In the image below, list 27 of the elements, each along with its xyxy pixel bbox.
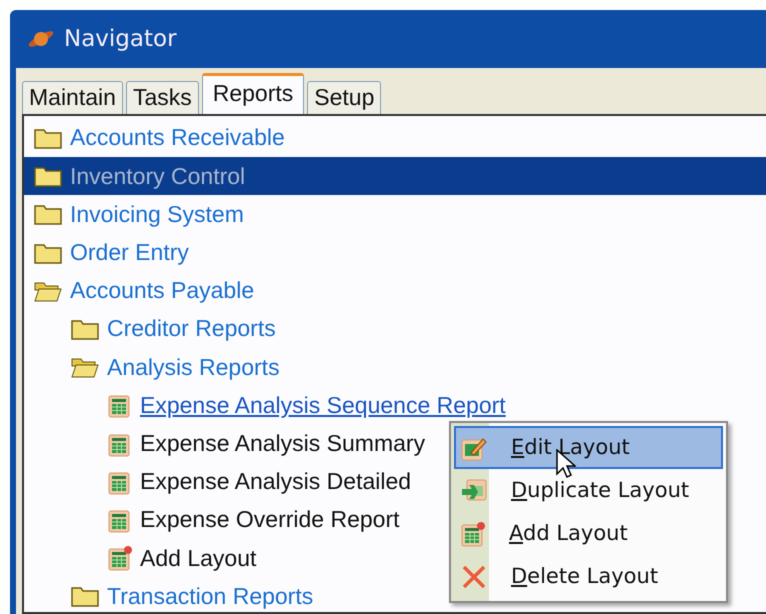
tab[interactable]: Tasks — [126, 81, 199, 114]
report-link[interactable]: Expense Analysis Detailed — [140, 469, 412, 494]
report-link[interactable]: Expense Analysis Summary — [140, 430, 426, 456]
folder-label[interactable]: Order Entry — [70, 240, 189, 266]
add-report-icon — [461, 520, 485, 546]
duplicate-icon — [461, 478, 487, 504]
window-title: Navigator — [64, 24, 177, 54]
tab[interactable]: Maintain — [22, 81, 123, 114]
report-link[interactable]: Add Layout — [140, 546, 256, 571]
folder-label[interactable]: Creditor Reports — [107, 316, 276, 342]
add-report-icon — [108, 545, 132, 572]
menu-item[interactable]: Delete Layout — [454, 555, 723, 598]
folder-label[interactable]: Inventory Control — [70, 164, 246, 189]
menu-item[interactable]: Add Layout — [454, 512, 723, 555]
folder-label[interactable]: Accounts Payable — [70, 278, 254, 304]
report-link[interactable]: Expense Override Report — [140, 507, 400, 533]
tab[interactable]: Setup — [307, 81, 382, 114]
delete-icon — [461, 564, 487, 590]
folder-label[interactable]: Accounts Receivable — [70, 125, 285, 151]
selected-tree-row[interactable]: Inventory Control — [24, 157, 766, 196]
folder-label[interactable]: Transaction Reports — [107, 584, 314, 609]
menu-item[interactable]: Edit Layout — [454, 426, 723, 469]
folder-label[interactable]: Invoicing System — [70, 202, 244, 228]
report-link[interactable]: Expense Analysis Sequence Report — [140, 392, 506, 418]
menu-item[interactable]: Duplicate Layout — [454, 469, 723, 512]
tab[interactable]: Reports — [202, 73, 304, 114]
folder-label[interactable]: Analysis Reports — [107, 354, 280, 380]
